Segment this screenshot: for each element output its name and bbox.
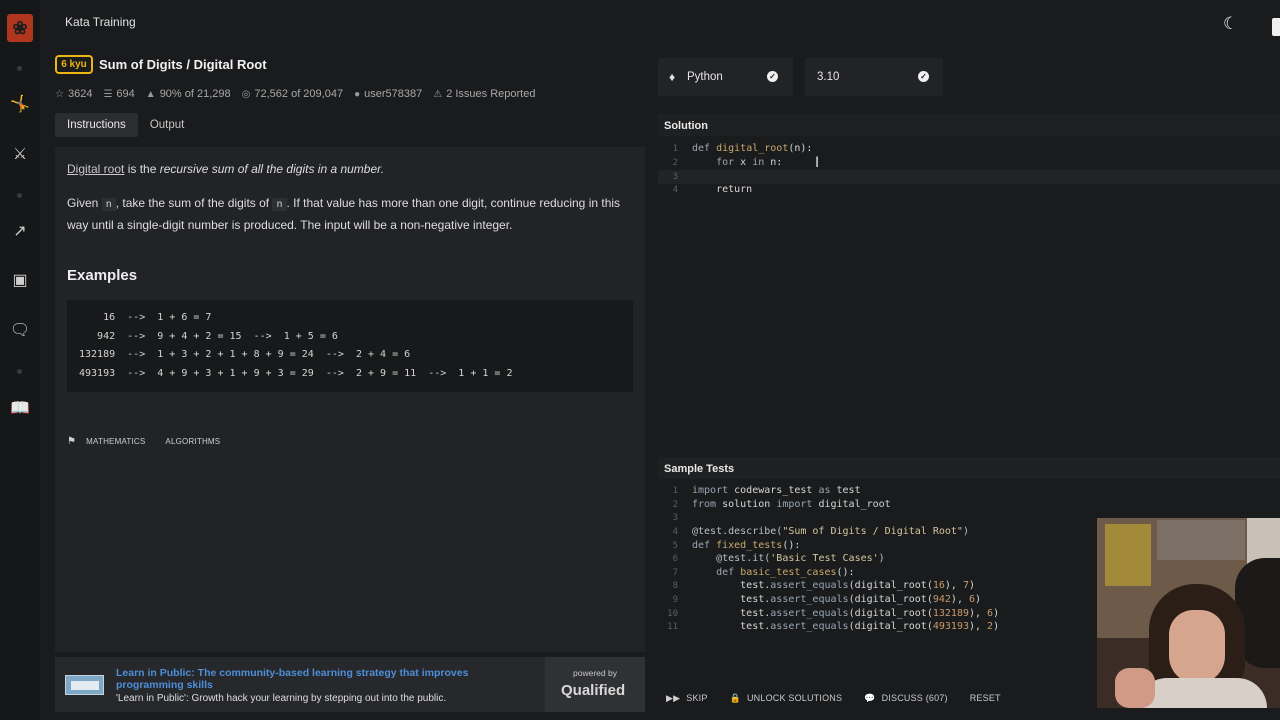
- chat-icon[interactable]: ▣: [8, 268, 32, 292]
- example-line: 16 --> 1 + 6 = 7: [79, 312, 212, 323]
- text-cursor-icon: I: [815, 155, 820, 171]
- example-line: 132189 --> 1 + 3 + 2 + 1 + 8 + 9 = 24 --…: [79, 349, 411, 361]
- issues-stat[interactable]: ⚠ 2 Issues Reported: [433, 88, 535, 100]
- check-icon: ✓: [767, 71, 778, 82]
- powered-by-box[interactable]: powered by Qualified: [545, 657, 645, 712]
- instructions-panel: Digital root is the recursive sum of all…: [55, 147, 645, 652]
- solution-header: Solution: [658, 114, 1280, 136]
- completions-stat: ◎ 72,562 of 209,047: [241, 88, 344, 100]
- collections-stat[interactable]: ☰ 694: [103, 88, 134, 100]
- leaderboard-icon[interactable]: ↗: [8, 219, 32, 243]
- examples-heading: Examples: [67, 267, 138, 284]
- rail-dot: [17, 66, 22, 71]
- top-bar: Kata Training ☾: [40, 0, 1280, 44]
- codewars-logo-icon[interactable]: ❀: [7, 14, 33, 42]
- user-icon: ●: [354, 88, 361, 100]
- digital-root-link[interactable]: Digital root: [67, 162, 124, 176]
- skip-button[interactable]: ▶▶ Skip: [666, 693, 708, 704]
- target-icon: ◎: [241, 88, 251, 100]
- rail-dot: [17, 193, 22, 198]
- author-stat[interactable]: ● user578387: [354, 88, 422, 100]
- kata-title: Sum of Digits / Digital Root: [99, 57, 267, 72]
- webcam-overlay: [1097, 518, 1280, 708]
- example-line: 942 --> 9 + 4 + 2 = 15 --> 1 + 5 = 6: [79, 330, 338, 342]
- kata-actions: ▶▶ Skip 🔒 Unlock Solutions 💬 Discuss (607) …: [658, 688, 1023, 708]
- intro-paragraph: Digital root is the recursive sum of all…: [67, 162, 385, 176]
- tag-mathematics[interactable]: Mathematics: [86, 437, 145, 446]
- kata-tags: ⚑ Mathematics Algorithms: [67, 436, 240, 447]
- inline-code: n: [272, 198, 287, 211]
- inline-code: n: [101, 198, 116, 211]
- code-line-active: 3: [658, 170, 1280, 184]
- code-line: 1 def digital_root(n):: [672, 143, 813, 154]
- warning-icon: ⚠: [433, 88, 443, 100]
- discussion-icon[interactable]: 🗨: [8, 318, 32, 342]
- sample-tests-header: Sample Tests: [658, 457, 1280, 479]
- lock-icon: 🔒: [729, 692, 741, 703]
- language-value: Python: [687, 71, 723, 83]
- unlock-solutions-button[interactable]: 🔒 Unlock Solutions: [730, 693, 843, 704]
- ad-subline: 'Learn in Public': Growth hack your lear…: [116, 693, 447, 704]
- dark-mode-moon-icon[interactable]: ☾: [1223, 14, 1238, 34]
- satisfaction-stat: ▲ 90% of 21,298: [145, 88, 231, 100]
- code-line: 2 for x in n:: [672, 157, 783, 168]
- ad-headline-link[interactable]: Learn in Public: The community-based lea…: [116, 667, 496, 691]
- tag-algorithms[interactable]: Algorithms: [165, 437, 220, 446]
- code-line: 4 return: [672, 184, 753, 195]
- kata-stats: ☆ 3624 ☰ 694 ▲ 90% of 21,298 ◎ 72,562 of 209…: [55, 87, 546, 101]
- language-select[interactable]: ♦ Python ✓: [658, 58, 793, 96]
- python-icon: ♦: [669, 70, 676, 84]
- page-section-title: Kata Training: [65, 15, 136, 29]
- profile-avatar-edge[interactable]: [1272, 18, 1280, 36]
- discuss-button[interactable]: 💬 Discuss (607): [864, 693, 948, 704]
- description-paragraph: Given n, take the sum of the digits of n…: [67, 196, 621, 232]
- layers-icon: ☰: [103, 88, 113, 100]
- tab-instructions[interactable]: Instructions: [55, 113, 138, 137]
- solution-editor[interactable]: 1 def digital_root(n): 2 for x in n: 3 4 …: [658, 140, 1280, 438]
- version-value: 3.10: [817, 71, 840, 83]
- thumbs-up-icon: ▲: [145, 88, 156, 100]
- stars-stat[interactable]: ☆ 3624: [55, 88, 92, 100]
- sponsored-ad[interactable]: Learn in Public: The community-based lea…: [55, 657, 645, 712]
- ad-thumbnail: [65, 675, 104, 695]
- check-icon: ✓: [918, 71, 929, 82]
- rank-badge: 6 kyu: [55, 55, 93, 74]
- examples-code-block: 16 --> 1 + 6 = 7 942 --> 9 + 4 + 2 = 15 …: [67, 300, 633, 392]
- tag-icon: ⚑: [67, 436, 77, 447]
- icon-rail: ❀ 🤸 ⚔ ↗ ▣ 🗨 📖: [0, 0, 40, 720]
- tab-output[interactable]: Output: [138, 113, 197, 137]
- skip-icon: ▶▶: [666, 692, 681, 703]
- version-select[interactable]: 3.10 ✓: [805, 58, 943, 96]
- comments-icon: 💬: [864, 692, 876, 703]
- qualified-logo: Qualified: [561, 682, 626, 699]
- example-line: 493193 --> 4 + 9 + 3 + 1 + 9 + 3 = 29 --…: [79, 367, 513, 379]
- code-line: 1 import codewars_test as test: [672, 485, 861, 496]
- rail-dot: [17, 369, 22, 374]
- star-icon: ☆: [55, 88, 64, 100]
- docs-book-icon[interactable]: 📖: [8, 396, 32, 420]
- instruction-tabs: Instructions Output: [55, 113, 196, 137]
- reset-button[interactable]: Reset: [970, 693, 1001, 703]
- training-icon[interactable]: 🤸: [8, 92, 32, 116]
- code-line: 2 from solution import digital_root: [672, 499, 891, 510]
- dojo-icon[interactable]: ⚔: [8, 142, 32, 166]
- powered-by-label: powered by: [573, 668, 617, 678]
